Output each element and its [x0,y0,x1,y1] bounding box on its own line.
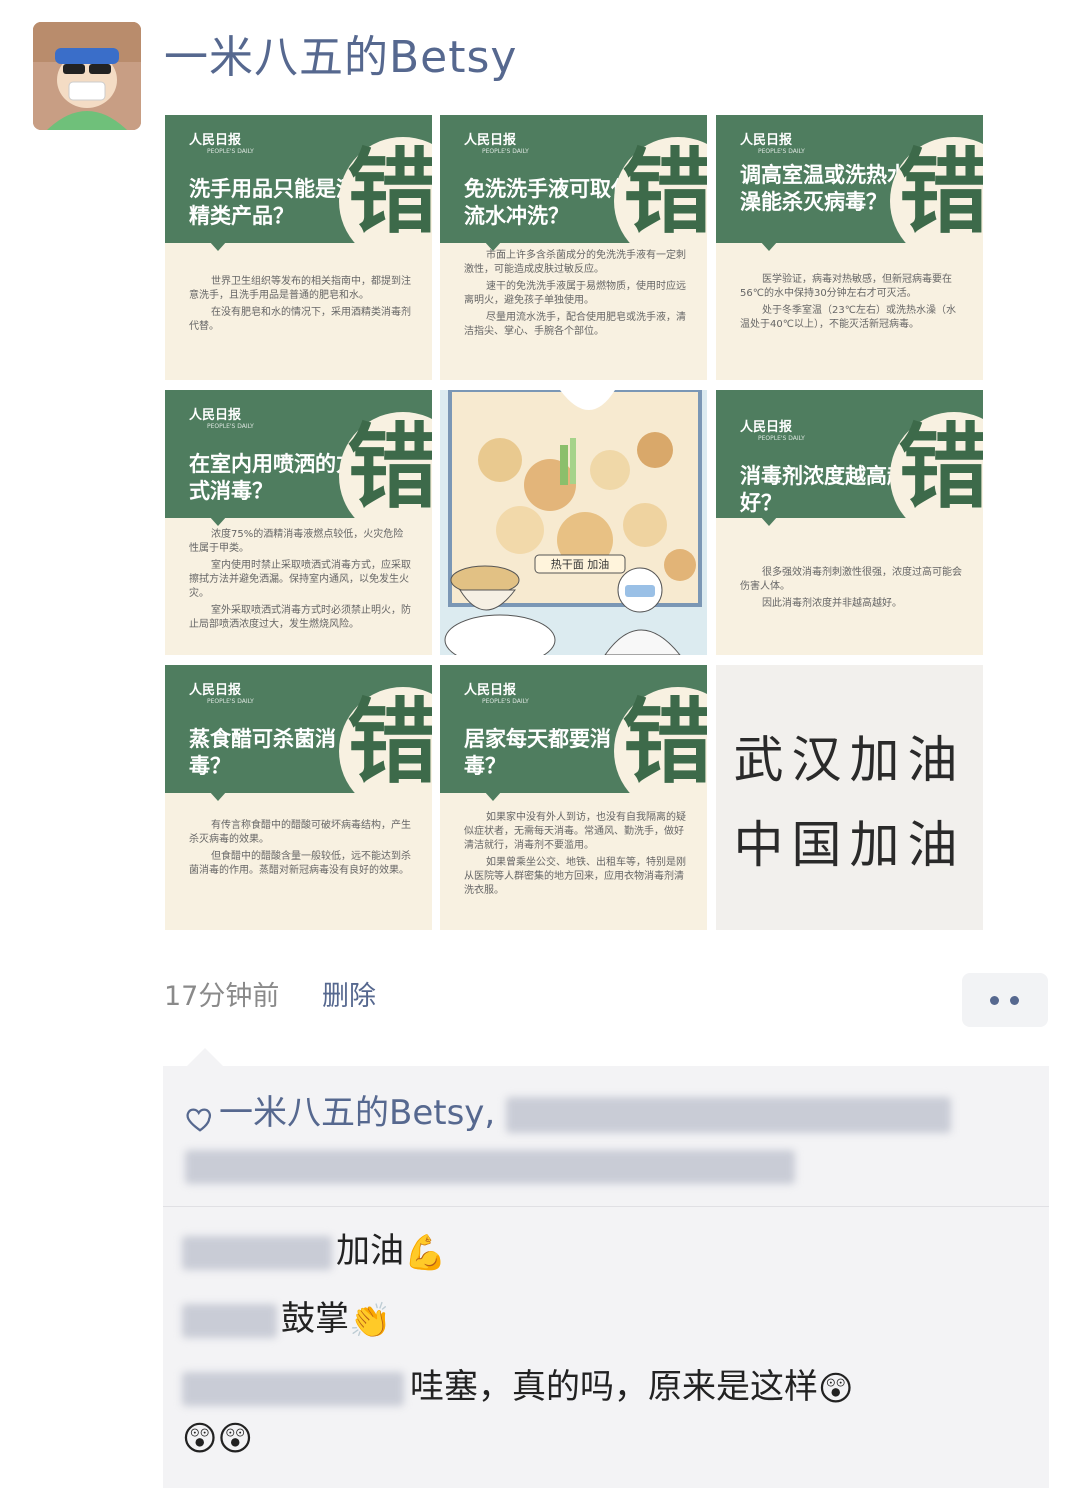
illustration-sign: 热干面 加油 [551,557,610,571]
grid-image-1[interactable]: 人民日报 PEOPLE'S DAILY 洗手用品只能是酒精类产品？ 错 世界卫生组… [165,115,432,380]
newspaper-logo: 人民日报 PEOPLE'S DAILY [189,133,254,155]
image-question: 消毒剂浓度越高越好？ [740,463,908,515]
image-body-text: 很多强效消毒剂刺激性很强，浓度过高可能会伤害人体。 因此消毒剂浓度并非越高越好。 [740,567,962,609]
image-question: 洗手用品只能是酒精类产品？ [189,176,357,228]
more-actions-button[interactable] [962,973,1048,1027]
grid-image-8[interactable]: 人民日报 PEOPLE'S DAILY 居家每天都要消毒？ 错 如果家中没有外人到… [440,665,707,930]
grid-image-5-illustration[interactable]: 热干面 加油 [440,390,707,655]
blurred-commenter [182,1235,332,1270]
blurred-like-names [185,1149,795,1184]
heart-outline-icon [185,1100,215,1132]
verdict-wrong: 错 [622,688,707,796]
verdict-wrong: 错 [898,413,983,521]
more-dots-icon [1010,996,1019,1005]
comment-text: 加油 [336,1231,404,1271]
image-body-text: 医学验证，病毒对热敏感，但新冠病毒要在56℃的水中保持30分钟左右才可灭活。 处… [740,274,956,330]
image-body-text: 市面上许多含杀菌成分的免洗洗手液有一定刺激性，可能造成皮肤过敏反应。 速干的免洗… [464,250,686,337]
blurred-commenter [182,1371,404,1406]
image-question: 居家每天都要消毒？ [464,726,611,778]
image-question: 调高室温或洗热水澡能杀灭病毒？ [740,162,908,214]
clapping-hands-emoji: 👏 [349,1300,392,1341]
newspaper-logo: 人民日报 PEOPLE'S DAILY [189,408,254,430]
image-question: 蒸食醋可杀菌消毒？ [189,726,336,778]
more-dots-icon [990,996,999,1005]
comment-text: 哇塞，真的吗，原来是这样 [410,1367,818,1407]
comment-row[interactable]: 哇塞，真的吗，原来是这样😲 [182,1364,853,1412]
grid-image-6[interactable]: 人民日报 PEOPLE'S DAILY 消毒剂浓度越高越好？ 错 很多强效消毒剂刺… [716,390,983,655]
grid-image-9-handwriting[interactable]: 武汉加油 中国加油 [716,665,983,930]
image-grid: 人民日报 PEOPLE'S DAILY 洗手用品只能是酒精类产品？ 错 世界卫生组… [165,115,983,930]
handwriting-line-2: 中国加油 [733,816,966,874]
verdict-wrong: 错 [898,138,983,246]
author-avatar[interactable] [33,22,141,130]
astonished-face-emoji: 😲 [217,1418,253,1459]
newspaper-logo: 人民日报 PEOPLE'S DAILY [464,133,529,155]
newspaper-logo: 人民日报 PEOPLE'S DAILY [740,420,805,442]
astonished-face-emoji: 😲 [182,1418,218,1459]
image-body-text: 有传言称食醋中的醋酸可破坏病毒结构，产生杀灭病毒的效果。 但食醋中的醋酸含量一般… [189,820,411,876]
grid-image-7[interactable]: 人民日报 PEOPLE'S DAILY 蒸食醋可杀菌消毒？ 错 有传言称食醋中的醋… [165,665,432,930]
blurred-commenter [182,1303,277,1338]
verdict-wrong: 错 [622,138,707,246]
image-question: 免洗洗手液可取代流水冲洗？ [464,176,632,228]
post-timestamp: 17分钟前 [164,981,280,1012]
grid-image-3[interactable]: 人民日报 PEOPLE'S DAILY 调高室温或洗热水澡能杀灭病毒？ 错 医学验… [716,115,983,380]
likes-list: 一米八五的Betsy, [185,1090,1025,1188]
image-question: 在室内用喷洒的方式消毒？ [189,451,357,503]
image-body-text: 如果家中没有外人到访，也没有自我隔离的疑似症状者，无需每天消毒。常通风、勤洗手，… [464,812,686,896]
avatar-illustration [33,22,141,130]
comment-text: 鼓掌 [281,1299,349,1339]
comment-row[interactable]: 鼓掌👏 [182,1296,391,1344]
grid-image-2[interactable]: 人民日报 PEOPLE'S DAILY 免洗洗手液可取代流水冲洗？ 错 市面上许多… [440,115,707,380]
comment-row[interactable]: 加油💪 [182,1228,446,1276]
image-body-text: 浓度75%的酒精消毒液燃点较低，火灾危险性属于甲类。 室内使用时禁止采取喷洒式消… [189,529,411,630]
blurred-like-names [506,1096,952,1133]
newspaper-logo: 人民日报 PEOPLE'S DAILY [464,683,529,705]
likes-divider [163,1206,1049,1207]
newspaper-logo: 人民日报 PEOPLE'S DAILY [740,133,805,155]
astonished-face-emoji: 😲 [818,1368,854,1409]
flexed-biceps-emoji: 💪 [404,1232,447,1273]
cartoon-food-illustration: 热干面 加油 [440,390,707,655]
comment-emoji-continuation: 😲😲 [182,1414,253,1462]
newspaper-logo: 人民日报 PEOPLE'S DAILY [189,683,254,705]
author-name[interactable]: 一米八五的Betsy [164,30,517,86]
verdict-wrong: 错 [347,138,432,246]
delete-link[interactable]: 删除 [322,978,376,1016]
panel-pointer [187,1048,223,1066]
image-body-text: 世界卫生组织等发布的相关指南中，都提到注意洗手，且洗手用品是普通的肥皂和水。 在… [189,276,411,332]
handwriting-line-1: 武汉加油 [733,731,966,789]
like-name[interactable]: 一米八五的Betsy, [219,1093,495,1133]
grid-image-4[interactable]: 人民日报 PEOPLE'S DAILY 在室内用喷洒的方式消毒？ 错 浓度75%的… [165,390,432,655]
verdict-wrong: 错 [347,688,432,796]
verdict-wrong: 错 [347,413,432,521]
